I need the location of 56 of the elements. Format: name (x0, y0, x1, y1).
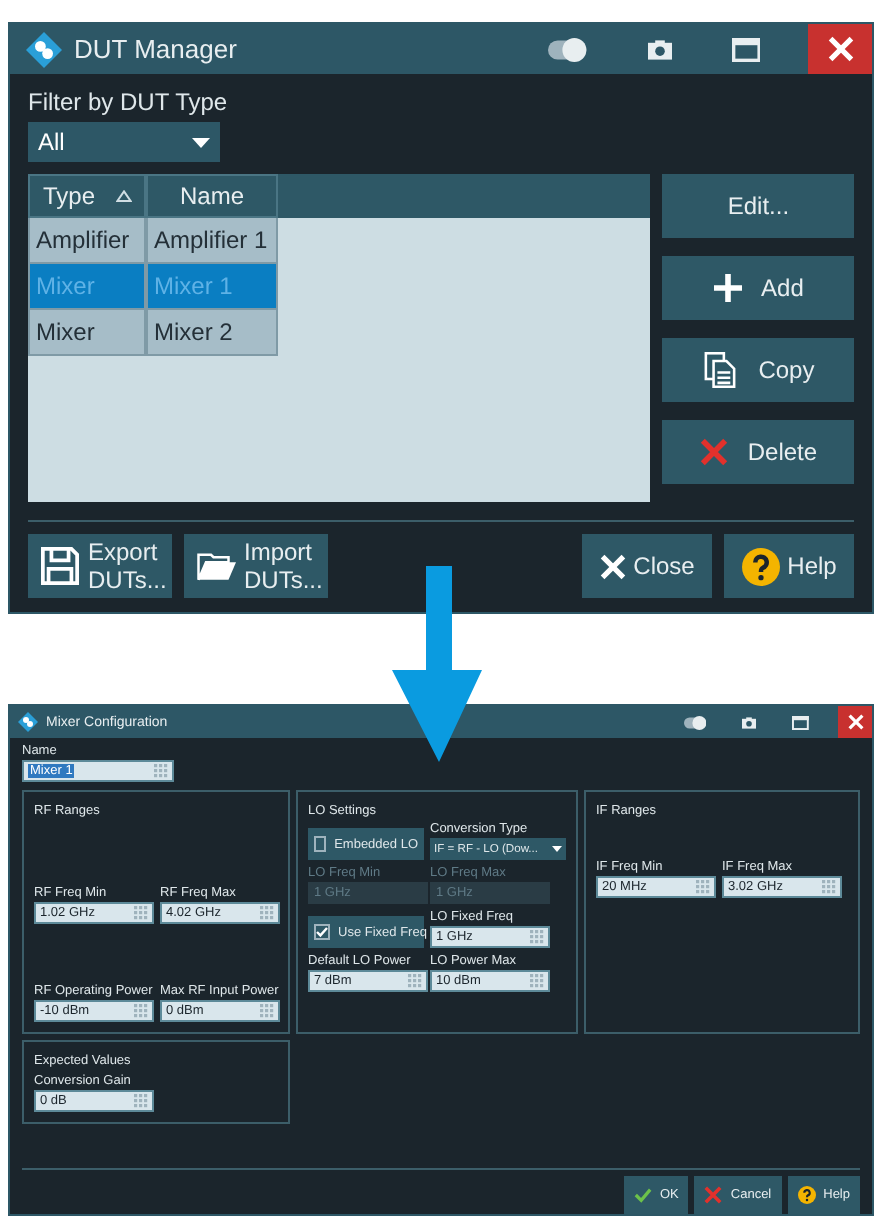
keypad-icon[interactable] (530, 974, 544, 988)
floppy-disk-icon (40, 546, 80, 586)
close-button[interactable] (808, 24, 872, 74)
toggle-icon[interactable] (548, 37, 588, 61)
window-title: DUT Manager (74, 34, 237, 64)
help-icon (797, 1186, 816, 1204)
keypad-icon[interactable] (134, 906, 148, 920)
table-cell: Mixer 1 (146, 264, 278, 310)
column-header[interactable]: Name (146, 174, 278, 218)
delete-button[interactable]: Delete (662, 420, 854, 484)
edit-button[interactable]: Edit... (662, 174, 854, 238)
filter-label: Filter by DUT Type (28, 88, 230, 116)
close-icon (847, 714, 863, 730)
close-icon (599, 553, 626, 579)
keypad-icon[interactable] (696, 880, 710, 894)
keypad-icon[interactable] (134, 1004, 148, 1018)
plus-icon (713, 274, 742, 302)
column-header[interactable]: Type (28, 174, 146, 218)
close-icon (827, 36, 853, 62)
keypad-icon[interactable] (134, 1094, 148, 1108)
keypad-icon[interactable] (260, 1004, 274, 1018)
maximize-icon[interactable] (731, 37, 760, 61)
keypad-icon[interactable] (530, 930, 544, 944)
table-cell: Amplifier (28, 218, 146, 264)
checkmark-icon (633, 1186, 652, 1204)
table-cell: Mixer 2 (146, 310, 278, 356)
table-cell: Amplifier 1 (146, 218, 278, 264)
keypad-icon[interactable] (408, 974, 422, 988)
close-button[interactable] (838, 706, 872, 738)
keypad-icon[interactable] (822, 880, 836, 894)
copy-button[interactable]: Copy (662, 338, 854, 402)
table-row[interactable]: Mixer Mixer 2 (28, 310, 651, 356)
close-button[interactable]: Close (582, 534, 712, 598)
logo-icon (18, 712, 38, 732)
caret-icon (552, 846, 562, 852)
cross-icon (699, 438, 728, 466)
table-cell: Mixer (28, 264, 146, 310)
help-icon (741, 547, 780, 585)
table-row[interactable]: Amplifier Amplifier 1 (28, 218, 651, 264)
camera-icon[interactable] (742, 715, 757, 729)
camera-icon[interactable] (647, 37, 672, 61)
logo-icon (26, 31, 62, 67)
keypad-icon[interactable] (260, 906, 274, 920)
maximize-icon[interactable] (792, 715, 809, 729)
add-button[interactable]: Add (662, 256, 854, 320)
cross-icon (704, 1186, 723, 1204)
toggle-icon[interactable] (683, 715, 707, 729)
export-button[interactable]: Export DUTs... (28, 534, 172, 598)
copy-icon (702, 352, 739, 388)
import-button[interactable]: Import DUTs... (184, 534, 328, 598)
filter-dropdown[interactable]: All (28, 122, 220, 162)
checkmark-icon (316, 926, 328, 938)
help-button[interactable]: Help (724, 534, 854, 598)
keypad-icon[interactable] (154, 764, 168, 778)
caret-icon (192, 137, 210, 147)
table-cell: Mixer (28, 310, 146, 356)
